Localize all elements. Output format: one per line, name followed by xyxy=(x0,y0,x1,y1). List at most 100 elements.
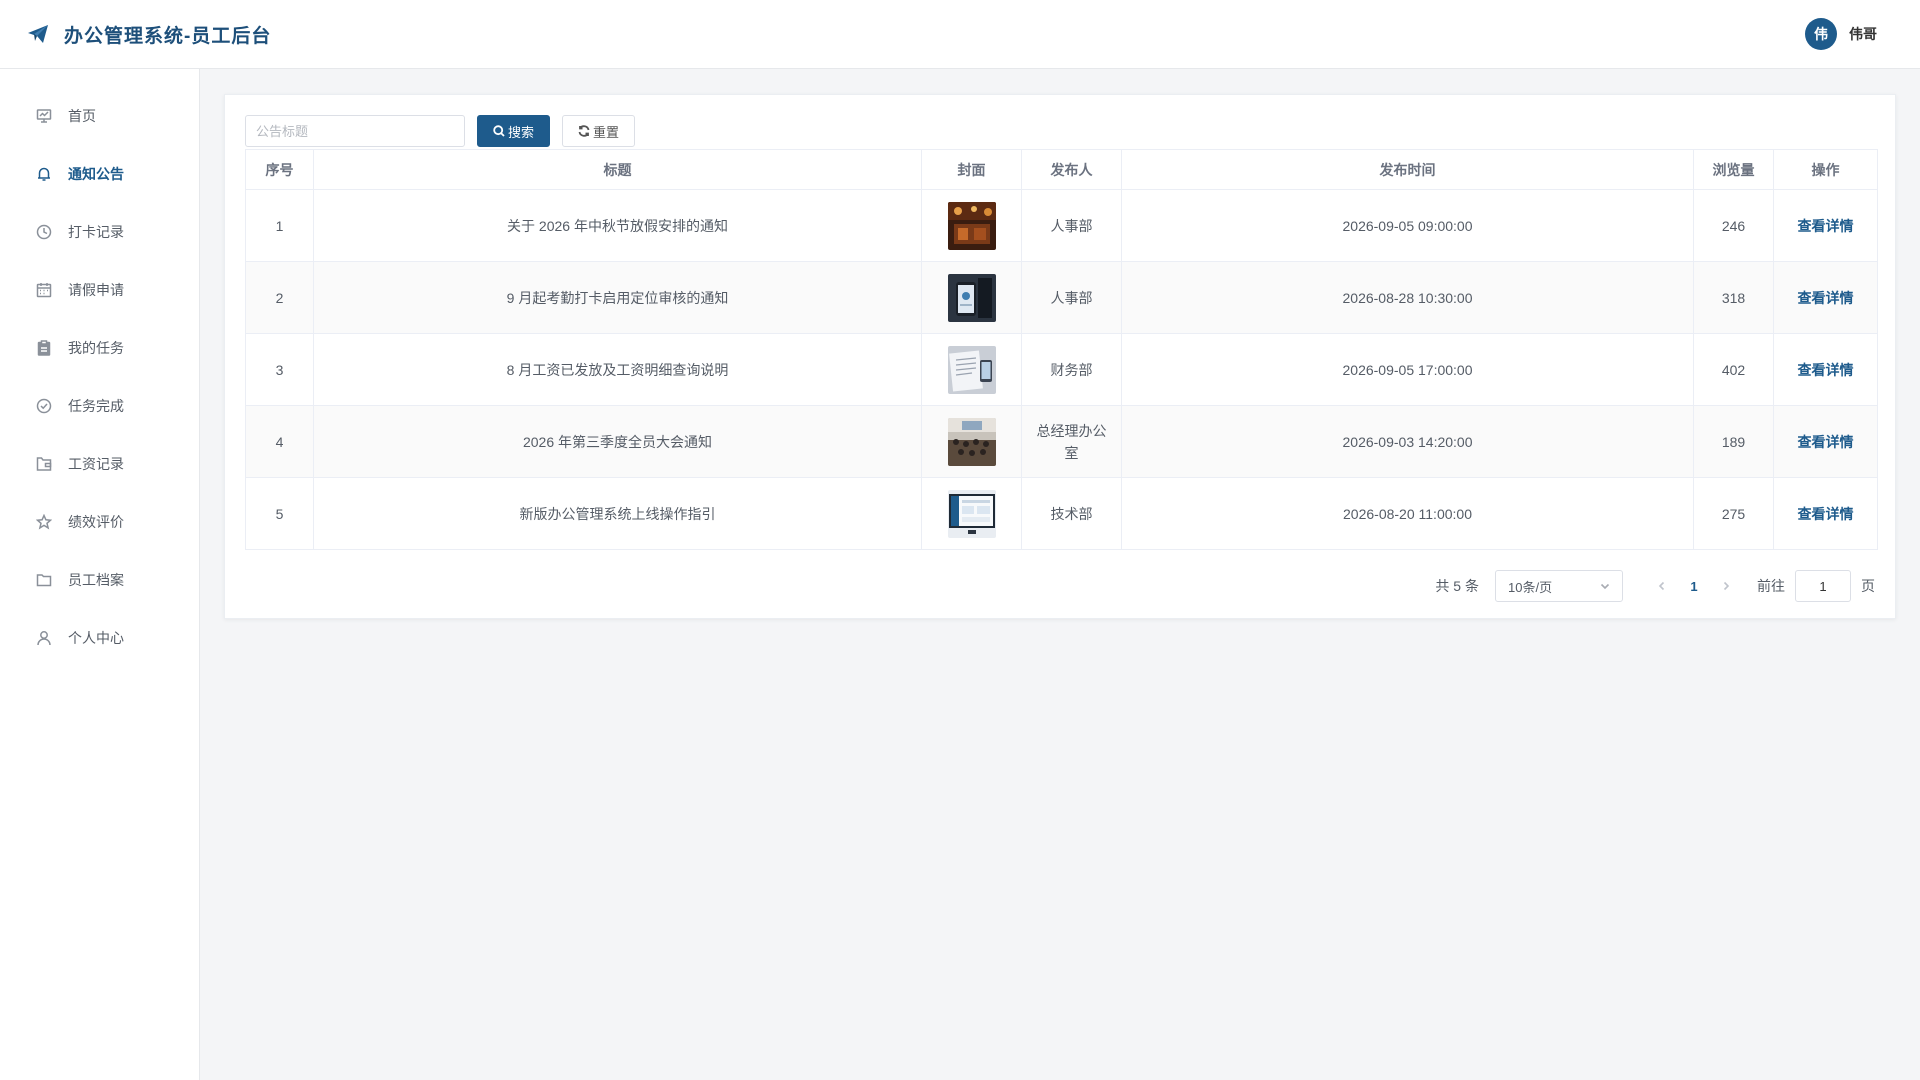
reset-button[interactable]: 重置 xyxy=(562,115,636,147)
sidebar-item-tasks[interactable]: 我的任务 xyxy=(0,319,199,377)
goto-label: 前往 xyxy=(1757,578,1785,594)
search-icon xyxy=(493,125,505,137)
sidebar-item-home[interactable]: 首页 xyxy=(0,87,199,145)
view-detail-link[interactable]: 查看详情 xyxy=(1798,434,1854,450)
cell-views: 189 xyxy=(1693,405,1774,478)
cell-index: 5 xyxy=(245,477,314,550)
goto-page: 前往 页 xyxy=(1757,570,1875,602)
cell-publisher: 人事部 xyxy=(1021,261,1122,334)
cell-views: 275 xyxy=(1693,477,1774,550)
cell-title: 8 月工资已发放及工资明细查询说明 xyxy=(313,333,922,406)
table-header-row: 序号 标题 封面 发布人 发布时间 浏览量 操作 xyxy=(245,149,1878,190)
cell-views: 402 xyxy=(1693,333,1774,406)
view-detail-link[interactable]: 查看详情 xyxy=(1798,506,1854,522)
cell-publisher: 财务部 xyxy=(1021,333,1122,406)
table-row[interactable]: 4 2026 年第三季度全员大会通知 总经理办公室 2026-09-03 14:… xyxy=(245,405,1878,478)
notice-table: 序号 标题 封面 发布人 发布时间 浏览量 操作 1 关于 2026 年中秋节放… xyxy=(245,149,1878,550)
cell-time: 2026-09-03 14:20:00 xyxy=(1121,405,1694,478)
sidebar-item-profile[interactable]: 个人中心 xyxy=(0,609,199,667)
user-name[interactable]: 伟哥 xyxy=(1849,24,1877,44)
sidebar-item-label: 工资记录 xyxy=(68,456,124,472)
cell-publisher: 总经理办公室 xyxy=(1021,405,1122,478)
sidebar-item-label: 我的任务 xyxy=(68,340,124,356)
sidebar-item-label: 打卡记录 xyxy=(68,224,124,240)
sidebar: 首页 通知公告 打卡记录 请假申请 我的任务 任务完成 工资记录 绩效评价 员工… xyxy=(0,69,200,1080)
notice-panel: 搜索 重置 序号 标题 封面 发布人 发布时间 浏览量 操作 1 关于 2026 xyxy=(224,94,1896,619)
search-toolbar: 搜索 重置 xyxy=(245,115,1875,147)
pagination: 共 5 条 10条/页 1 前往 页 xyxy=(245,570,1875,602)
sidebar-item-salary[interactable]: 工资记录 xyxy=(0,435,199,493)
column-header-action[interactable]: 操作 xyxy=(1773,149,1878,190)
view-detail-link[interactable]: 查看详情 xyxy=(1798,290,1854,306)
column-header-publisher[interactable]: 发布人 xyxy=(1021,149,1122,190)
cell-publisher: 技术部 xyxy=(1021,477,1122,550)
table-row[interactable]: 3 8 月工资已发放及工资明细查询说明 财务部 2026-09-05 17:00… xyxy=(245,333,1878,406)
cover-image-monitor[interactable] xyxy=(947,489,996,538)
search-button[interactable]: 搜索 xyxy=(477,115,551,147)
cell-action: 查看详情 xyxy=(1773,333,1878,406)
cover-image-festival[interactable] xyxy=(947,201,996,250)
page-number-current[interactable]: 1 xyxy=(1677,570,1711,602)
cover-image-phone[interactable] xyxy=(947,273,996,322)
cover-image-meeting[interactable] xyxy=(947,417,996,466)
goto-page-input[interactable] xyxy=(1795,570,1851,602)
column-header-index[interactable]: 序号 xyxy=(245,149,314,190)
cell-cover xyxy=(921,405,1022,478)
cell-time: 2026-09-05 09:00:00 xyxy=(1121,189,1694,262)
dashboard-icon xyxy=(36,109,52,123)
cell-title: 9 月起考勤打卡启用定位审核的通知 xyxy=(313,261,922,334)
cell-index: 1 xyxy=(245,189,314,262)
paper-plane-icon xyxy=(28,25,48,43)
sidebar-item-label: 首页 xyxy=(68,108,96,124)
clock-icon xyxy=(36,224,52,240)
cell-title: 新版办公管理系统上线操作指引 xyxy=(313,477,922,550)
sidebar-item-label: 通知公告 xyxy=(68,166,124,182)
cell-index: 4 xyxy=(245,405,314,478)
clipboard-icon xyxy=(37,340,51,356)
user-menu[interactable]: 伟 伟哥 xyxy=(1805,18,1877,50)
next-page-button[interactable] xyxy=(1711,570,1741,602)
sidebar-item-label: 绩效评价 xyxy=(68,514,124,530)
sidebar-item-task-done[interactable]: 任务完成 xyxy=(0,377,199,435)
sidebar-item-archive[interactable]: 员工档案 xyxy=(0,551,199,609)
view-detail-link[interactable]: 查看详情 xyxy=(1798,218,1854,234)
cell-cover xyxy=(921,189,1022,262)
cell-title: 2026 年第三季度全员大会通知 xyxy=(313,405,922,478)
column-header-cover[interactable]: 封面 xyxy=(921,149,1022,190)
wallet-icon xyxy=(36,457,52,471)
sidebar-item-leave[interactable]: 请假申请 xyxy=(0,261,199,319)
sidebar-item-label: 个人中心 xyxy=(68,630,124,646)
avatar[interactable]: 伟 xyxy=(1805,18,1837,50)
folder-icon xyxy=(36,574,52,587)
cell-action: 查看详情 xyxy=(1773,261,1878,334)
cover-image-payslip[interactable] xyxy=(947,345,996,394)
cell-views: 246 xyxy=(1693,189,1774,262)
sidebar-item-label: 员工档案 xyxy=(68,572,124,588)
column-header-time[interactable]: 发布时间 xyxy=(1121,149,1694,190)
sidebar-item-performance[interactable]: 绩效评价 xyxy=(0,493,199,551)
table-row[interactable]: 5 新版办公管理系统上线操作指引 技术部 2026-08-20 11:00:00… xyxy=(245,477,1878,550)
search-input[interactable] xyxy=(245,115,465,147)
column-header-views[interactable]: 浏览量 xyxy=(1693,149,1774,190)
cell-action: 查看详情 xyxy=(1773,189,1878,262)
column-header-title[interactable]: 标题 xyxy=(313,149,922,190)
table-row[interactable]: 2 9 月起考勤打卡启用定位审核的通知 人事部 2026-08-28 10:30… xyxy=(245,261,1878,334)
chevron-right-icon xyxy=(1723,581,1730,591)
prev-page-button[interactable] xyxy=(1647,570,1677,602)
cell-index: 3 xyxy=(245,333,314,406)
star-icon xyxy=(36,514,52,530)
reset-button-label: 重置 xyxy=(593,124,620,140)
refresh-icon xyxy=(578,125,590,137)
table-row[interactable]: 1 关于 2026 年中秋节放假安排的通知 人事部 2026-09-05 09:… xyxy=(245,189,1878,262)
sidebar-item-attendance[interactable]: 打卡记录 xyxy=(0,203,199,261)
calendar-icon xyxy=(36,283,52,298)
sidebar-item-notices[interactable]: 通知公告 xyxy=(0,145,199,203)
cell-index: 2 xyxy=(245,261,314,334)
pagination-total: 共 5 条 xyxy=(1435,578,1479,594)
chevron-left-icon xyxy=(1658,581,1665,591)
check-circle-icon xyxy=(36,398,52,414)
top-header: 办公管理系统-员工后台 伟 伟哥 xyxy=(0,0,1920,69)
cell-title: 关于 2026 年中秋节放假安排的通知 xyxy=(313,189,922,262)
page-size-select[interactable]: 10条/页 xyxy=(1495,570,1623,602)
view-detail-link[interactable]: 查看详情 xyxy=(1798,362,1854,378)
